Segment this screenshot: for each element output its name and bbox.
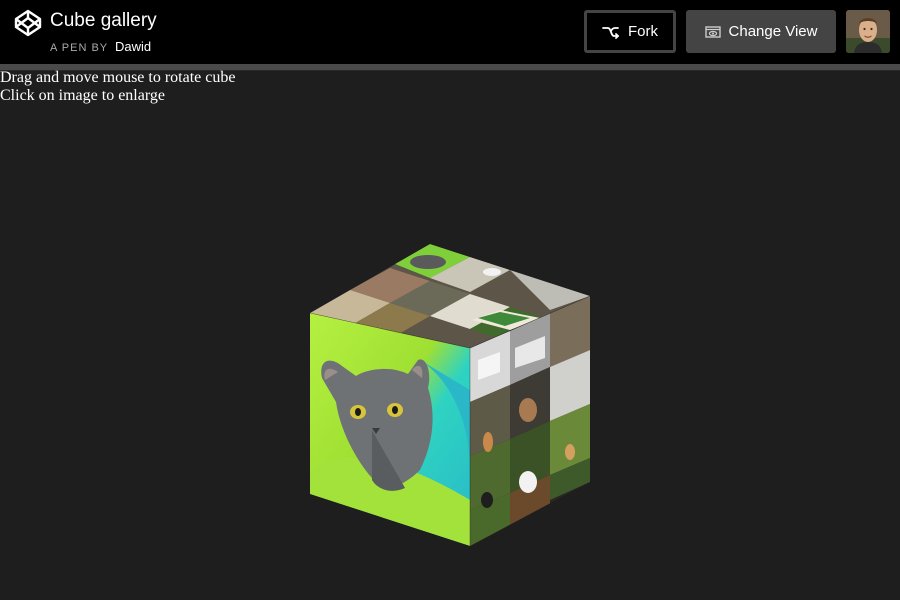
cube-front-face[interactable] [310,313,470,546]
cube-gallery[interactable] [0,0,900,600]
